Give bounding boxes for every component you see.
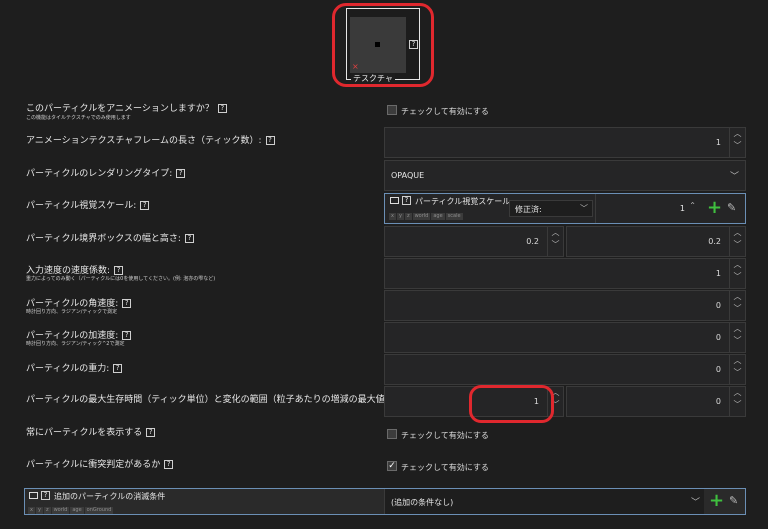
label-visual-scale: パーティクル視覚スケール:? xyxy=(26,198,150,211)
tag-x: x xyxy=(28,507,35,514)
chevron-down-icon: ﹀ xyxy=(729,172,739,182)
help-icon[interactable]: ? xyxy=(122,331,132,340)
tag-scale: scale xyxy=(445,213,463,220)
label-always-show: 常にパーティクルを表示する? xyxy=(26,425,156,438)
chevron-up-down[interactable]: ⌃ xyxy=(689,201,696,210)
visual-scale-proc-title: パーティクル視覚スケール: xyxy=(415,197,513,206)
highlight-lifetime xyxy=(469,385,554,423)
label-lifetime: パーティクルの最大生存時間（ティック単位）と変化の範囲（粒子あたりの増減の最大値… xyxy=(26,392,410,405)
visual-scale-number[interactable]: 1 ⌃ xyxy=(595,194,699,223)
gravity-spinner[interactable]: ︿ ﹀ xyxy=(729,355,745,384)
help-icon[interactable]: ? xyxy=(184,234,194,243)
speed-factor-spinner[interactable]: ︿ ﹀ xyxy=(729,259,745,288)
help-icon[interactable]: ? xyxy=(114,266,124,275)
lifetime-range-value: 0 xyxy=(715,397,721,406)
sub-angular: 時計回り方向、ラジアン/ティックで測定 xyxy=(26,309,118,315)
angular-value: 0 xyxy=(715,301,721,310)
tag-onground: onGround xyxy=(84,507,114,514)
tag-world: world xyxy=(51,507,70,514)
collision-checkbox[interactable]: ✓ xyxy=(387,461,397,471)
render-type-value: OPAQUE xyxy=(391,171,425,180)
help-icon[interactable]: ? xyxy=(164,460,174,469)
angular-field[interactable]: 0 ︿ ﹀ xyxy=(384,290,746,321)
pencil-icon[interactable]: ✎ xyxy=(729,494,738,507)
tag-z: z xyxy=(43,507,51,514)
monitor-icon xyxy=(29,492,38,499)
monitor-icon xyxy=(390,197,399,204)
label-animate: このパーティクルをアニメーションしますか？? xyxy=(26,101,227,114)
bbox-width-spinner[interactable]: ︿ ﹀ xyxy=(547,227,563,256)
animate-checkbox-label[interactable]: チェックして有効にする xyxy=(401,106,489,117)
bbox-height-value: 0.2 xyxy=(708,237,721,246)
frame-length-value: 1 xyxy=(715,138,721,147)
sub-accel: 時計回り方向、ラジアン/ティック^2で測定 xyxy=(26,341,125,347)
despawn-select[interactable]: (追加の条件なし) ﹀ xyxy=(384,489,704,514)
sub-animate: この機能はタイルテクスチャでのみ使用します xyxy=(26,115,131,121)
lifetime-range-spinner[interactable]: ︿ ﹀ xyxy=(729,387,745,416)
bbox-height-field[interactable]: 0.2 ︿ ﹀ xyxy=(566,226,746,257)
bbox-height-spinner[interactable]: ︿ ﹀ xyxy=(729,227,745,256)
gravity-value: 0 xyxy=(715,365,721,374)
help-icon[interactable]: ? xyxy=(122,299,132,308)
tag-world: world xyxy=(412,213,431,220)
chevron-down-icon: ﹀ xyxy=(690,498,700,508)
visual-scale-procedure[interactable]: ? パーティクル視覚スケール: x y z world age scale 修正済: ﹀ … xyxy=(384,193,746,224)
despawn-title: 追加のパーティクルの消滅条件 xyxy=(54,492,166,501)
collision-checkbox-label[interactable]: チェックして有効にする xyxy=(401,462,489,473)
frame-length-spinner[interactable]: ︿ ﹀ xyxy=(729,128,745,157)
add-icon[interactable]: + xyxy=(709,490,724,511)
animate-checkbox[interactable] xyxy=(387,105,397,115)
lifetime-range-field[interactable]: 0 ︿ ﹀ xyxy=(566,386,746,417)
accel-value: 0 xyxy=(715,333,721,342)
speed-factor-value: 1 xyxy=(715,269,721,278)
tag-y: y xyxy=(35,507,43,514)
label-frame-length: アニメーションテクスチャフレームの長さ（ティック数）:? xyxy=(26,133,275,146)
visual-scale-dropdown[interactable]: 修正済: ﹀ xyxy=(509,200,593,217)
label-collision: パーティクルに衝突判定があるか? xyxy=(26,457,174,470)
help-icon[interactable]: ? xyxy=(146,428,156,437)
help-icon[interactable]: ? xyxy=(402,196,411,205)
bbox-width-field[interactable]: 0.2 ︿ ﹀ xyxy=(384,226,564,257)
help-icon[interactable]: ? xyxy=(41,491,50,500)
highlight-texture xyxy=(332,3,434,87)
despawn-tags: x y z world age onGround xyxy=(28,504,114,514)
help-icon[interactable]: ? xyxy=(113,364,123,373)
dropdown-value: 修正済: xyxy=(515,205,542,214)
help-icon[interactable]: ? xyxy=(140,201,150,210)
accel-spinner[interactable]: ︿ ﹀ xyxy=(729,323,745,352)
frame-length-field[interactable]: 1 ︿ ﹀ xyxy=(384,127,746,158)
tag-y: y xyxy=(396,213,404,220)
add-icon[interactable]: + xyxy=(707,197,722,218)
tag-age: age xyxy=(431,213,445,220)
help-icon[interactable]: ? xyxy=(217,104,227,113)
tag-x: x xyxy=(389,213,396,220)
chevron-down-icon: ﹀ xyxy=(580,204,588,213)
visual-scale-value: 1 xyxy=(679,204,685,213)
always-show-checkbox[interactable] xyxy=(387,429,397,439)
label-render-type: パーティクルのレンダリングタイプ:? xyxy=(26,166,186,179)
pencil-icon[interactable]: ✎ xyxy=(727,201,736,214)
label-gravity: パーティクルの重力:? xyxy=(26,361,123,374)
tag-age: age xyxy=(70,507,84,514)
render-type-select[interactable]: OPAQUE ﹀ xyxy=(384,160,746,191)
bbox-width-value: 0.2 xyxy=(526,237,539,246)
label-bbox: パーティクル境界ボックスの幅と高さ:? xyxy=(26,231,194,244)
despawn-condition-block[interactable]: ? 追加のパーティクルの消滅条件 x y z world age onGround (追加… xyxy=(24,488,746,515)
despawn-value: (追加の条件なし) xyxy=(391,498,454,507)
speed-factor-field[interactable]: 1 ︿ ﹀ xyxy=(384,258,746,289)
visual-scale-tags: x y z world age scale xyxy=(389,210,464,220)
always-show-checkbox-label[interactable]: チェックして有効にする xyxy=(401,430,489,441)
help-icon[interactable]: ? xyxy=(265,136,275,145)
help-icon[interactable]: ? xyxy=(176,169,186,178)
accel-field[interactable]: 0 ︿ ﹀ xyxy=(384,322,746,353)
tag-z: z xyxy=(404,213,412,220)
sub-speed-factor: 重力によってのみ動く（パーティクルには0を使用してください。(例: 泡亦の雫など… xyxy=(26,276,216,282)
gravity-field[interactable]: 0 ︿ ﹀ xyxy=(384,354,746,385)
angular-spinner[interactable]: ︿ ﹀ xyxy=(729,291,745,320)
